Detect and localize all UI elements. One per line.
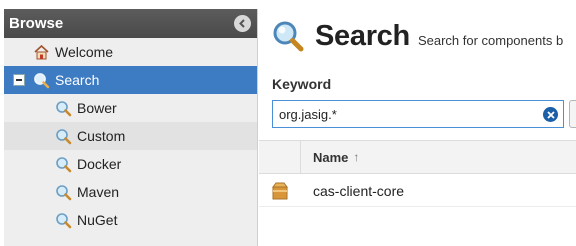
sidebar-item-nuget[interactable]: NuGet: [4, 206, 257, 234]
search-options-button[interactable]: [569, 100, 576, 128]
clear-input-icon[interactable]: [543, 107, 558, 122]
magnifier-icon: [54, 127, 72, 145]
component-name: cas-client-core: [313, 182, 405, 199]
magnifier-icon: [54, 99, 72, 117]
browse-sidebar: Browse Welcome Search Bower Custom Docke…: [4, 9, 258, 246]
sidebar-item-label: NuGet: [77, 212, 118, 228]
page-subtitle: Search for components b: [417, 32, 564, 48]
name-column-header[interactable]: Name ↑: [301, 150, 359, 165]
search-page-icon: [271, 19, 305, 53]
component-box-icon: [259, 182, 301, 200]
keyword-field[interactable]: [272, 100, 564, 128]
magnifier-icon: [54, 211, 72, 229]
home-icon: [32, 43, 50, 61]
sidebar-item-maven[interactable]: Maven: [4, 178, 257, 206]
sidebar-item-custom[interactable]: Custom: [4, 122, 257, 150]
sidebar-item-bower[interactable]: Bower: [4, 94, 257, 122]
sidebar-item-label: Bower: [77, 100, 117, 116]
sidebar-title: Browse: [9, 15, 64, 32]
magnifier-icon: [54, 155, 72, 173]
sort-ascending-icon: ↑: [353, 150, 360, 164]
magnifier-icon: [32, 71, 50, 89]
sidebar-header: Browse: [4, 9, 257, 38]
sidebar-item-label: Custom: [77, 128, 126, 144]
table-row[interactable]: cas-client-core: [259, 175, 576, 207]
page-title: Search: [315, 19, 410, 52]
results-grid-header: Name ↑: [259, 140, 576, 174]
keyword-input[interactable]: [273, 106, 528, 122]
page-header: Search Search for components b: [271, 19, 563, 53]
sidebar-item-label: Maven: [77, 184, 120, 200]
collapse-tree-icon[interactable]: [13, 74, 25, 86]
collapse-sidebar-icon[interactable]: [234, 15, 251, 32]
sidebar-item-label: Docker: [77, 156, 122, 172]
search-panel: Search Search for components b Keyword N…: [259, 9, 576, 246]
keyword-label: Keyword: [272, 76, 332, 92]
sidebar-item-search[interactable]: Search: [4, 66, 257, 94]
column-header-label: Name: [313, 149, 349, 165]
sidebar-item-label: Search: [55, 72, 100, 88]
sidebar-item-welcome[interactable]: Welcome: [4, 38, 257, 66]
icon-column-header: [259, 141, 301, 173]
sidebar-item-docker[interactable]: Docker: [4, 150, 257, 178]
magnifier-icon: [54, 183, 72, 201]
sidebar-item-label: Welcome: [55, 44, 114, 60]
